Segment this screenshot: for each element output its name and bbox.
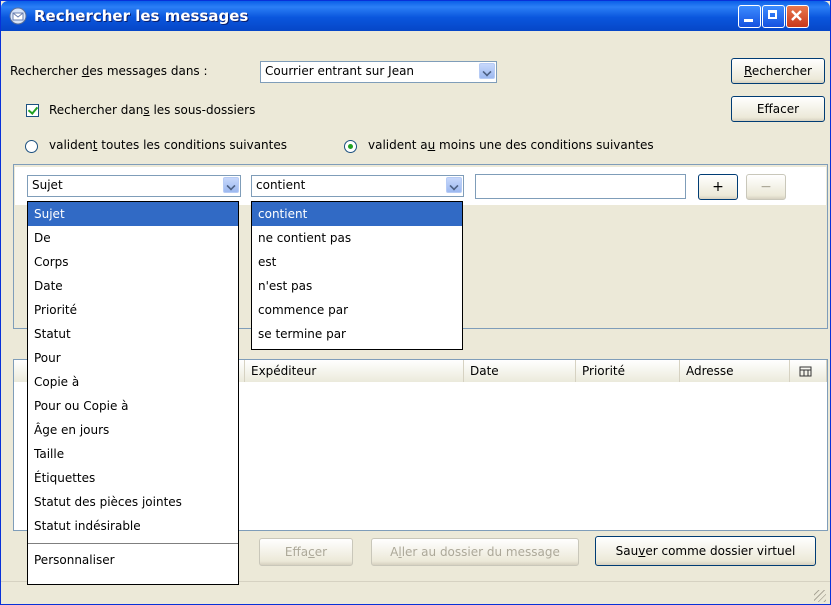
add-criteria-button[interactable]: + bbox=[698, 174, 738, 200]
operator-option[interactable]: contient bbox=[252, 202, 462, 226]
minimize-button[interactable] bbox=[738, 5, 761, 28]
field-select-value: Sujet bbox=[32, 178, 63, 192]
clear-button[interactable]: Effacer bbox=[731, 96, 825, 122]
close-icon bbox=[791, 10, 802, 21]
operator-select[interactable]: contient bbox=[251, 175, 464, 197]
column-picker-icon bbox=[799, 366, 812, 376]
clear-results-button[interactable]: Effacer bbox=[259, 538, 353, 566]
field-option[interactable]: Taille bbox=[28, 442, 238, 466]
criteria-value-input[interactable] bbox=[475, 174, 686, 199]
field-option[interactable]: Statut des pièces jointes bbox=[28, 490, 238, 514]
operator-option[interactable]: est bbox=[252, 250, 462, 274]
search-messages-window: Rechercher les messages Rechercher des m… bbox=[0, 0, 831, 605]
field-option[interactable]: Statut bbox=[28, 322, 238, 346]
field-option[interactable]: Âge en jours bbox=[28, 418, 238, 442]
operator-option[interactable]: ne contient pas bbox=[252, 226, 462, 250]
maximize-button[interactable] bbox=[762, 5, 785, 28]
close-button[interactable] bbox=[786, 5, 809, 28]
column-picker-button[interactable] bbox=[790, 360, 827, 382]
app-envelope-icon bbox=[9, 7, 27, 25]
operator-select-value: contient bbox=[256, 178, 306, 192]
match-all-radio[interactable] bbox=[25, 140, 38, 153]
field-option[interactable]: Statut indésirable bbox=[28, 514, 238, 538]
field-dropdown[interactable]: Sujet De Corps Date Priorité Statut Pour Copie … bbox=[27, 201, 239, 585]
folder-select-value: Courrier entrant sur Jean bbox=[265, 64, 415, 78]
match-any-radio[interactable] bbox=[344, 140, 357, 153]
chevron-down-icon bbox=[479, 63, 495, 79]
operator-option[interactable]: n'est pas bbox=[252, 274, 462, 298]
subfolders-checkbox[interactable] bbox=[26, 104, 39, 117]
field-option[interactable]: Pour bbox=[28, 346, 238, 370]
field-select[interactable]: Sujet bbox=[27, 175, 241, 197]
field-option[interactable]: Corps bbox=[28, 250, 238, 274]
operator-option-list: contient ne contient pas est n'est pas comme… bbox=[252, 202, 462, 346]
operator-option[interactable]: commence par bbox=[252, 298, 462, 322]
field-option[interactable]: Copie à bbox=[28, 370, 238, 394]
field-option[interactable]: De bbox=[28, 226, 238, 250]
window-title: Rechercher les messages bbox=[34, 7, 249, 25]
save-virtual-folder-button[interactable]: Sauver comme dossier virtuel bbox=[595, 536, 816, 566]
search-in-label: Rechercher des messages dans : bbox=[10, 64, 208, 78]
column-header-priority[interactable]: Priorité bbox=[576, 360, 680, 382]
subfolders-label[interactable]: Rechercher dans les sous-dossiers bbox=[49, 103, 255, 117]
field-option[interactable]: Sujet bbox=[28, 202, 238, 226]
chevron-down-icon bbox=[446, 177, 462, 193]
field-option[interactable]: Date bbox=[28, 274, 238, 298]
go-to-folder-button[interactable]: Aller au dossier du message bbox=[371, 538, 579, 566]
folder-select[interactable]: Courrier entrant sur Jean bbox=[260, 61, 497, 83]
field-option-customize[interactable]: Personnaliser bbox=[28, 548, 238, 572]
operator-option[interactable]: se termine par bbox=[252, 322, 462, 346]
operator-dropdown[interactable]: contient ne contient pas est n'est pas comme… bbox=[251, 201, 463, 350]
column-header-address[interactable]: Adresse bbox=[680, 360, 790, 382]
dropdown-separator bbox=[28, 543, 238, 544]
field-option[interactable]: Priorité bbox=[28, 298, 238, 322]
resize-grip-icon[interactable] bbox=[814, 590, 826, 602]
title-bar[interactable]: Rechercher les messages bbox=[1, 1, 830, 31]
column-header-date[interactable]: Date bbox=[464, 360, 576, 382]
match-all-label[interactable]: valident toutes les conditions suivantes bbox=[49, 138, 287, 152]
search-button[interactable]: Rechercher bbox=[731, 58, 825, 84]
match-any-label[interactable]: valident au moins une des conditions sui… bbox=[368, 138, 654, 152]
field-option[interactable]: Pour ou Copie à bbox=[28, 394, 238, 418]
remove-criteria-button[interactable]: − bbox=[746, 174, 786, 200]
chevron-down-icon bbox=[223, 177, 239, 193]
field-option[interactable]: Étiquettes bbox=[28, 466, 238, 490]
field-option-list: Sujet De Corps Date Priorité Statut Pour Copie … bbox=[28, 202, 238, 538]
column-header-sender[interactable]: Expéditeur bbox=[245, 360, 464, 382]
